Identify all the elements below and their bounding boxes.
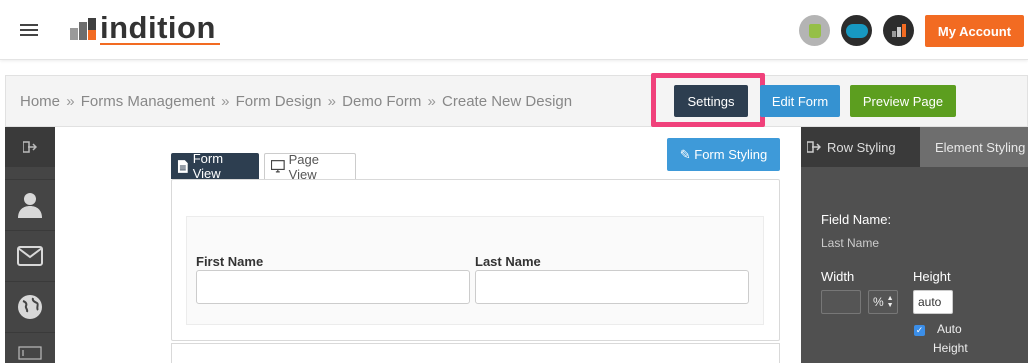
form-styling-button[interactable]: ✎ Form Styling bbox=[667, 138, 780, 171]
breadcrumb-home[interactable]: Home bbox=[20, 93, 60, 110]
mail-icon[interactable] bbox=[5, 230, 55, 280]
height-input[interactable]: auto bbox=[913, 290, 953, 314]
logo-underline bbox=[100, 43, 220, 45]
last-name-label: Last Name bbox=[475, 254, 541, 269]
first-name-field[interactable] bbox=[196, 270, 470, 304]
unit-select[interactable]: % ▲ ▼ bbox=[868, 290, 898, 314]
collapse-icon bbox=[807, 141, 821, 153]
salesforce-icon[interactable] bbox=[841, 15, 872, 46]
last-name-field[interactable] bbox=[475, 270, 749, 304]
my-account-button[interactable]: My Account bbox=[925, 15, 1024, 47]
tab-page-view-label: Page View bbox=[288, 151, 320, 182]
breadcrumb-forms-management[interactable]: Forms Management bbox=[81, 93, 215, 110]
globe-icon[interactable] bbox=[5, 281, 55, 331]
breadcrumb-separator: » bbox=[427, 93, 436, 110]
width-input[interactable] bbox=[821, 290, 861, 314]
unit-value: % bbox=[873, 295, 884, 309]
sort-arrows-icon: ▲ ▼ bbox=[886, 295, 894, 309]
tab-form-view[interactable]: Form View bbox=[171, 151, 259, 181]
breadcrumb-form-design[interactable]: Form Design bbox=[236, 93, 322, 110]
height-label: Height bbox=[913, 269, 951, 284]
field-name-label: Field Name: bbox=[821, 212, 892, 227]
hamburger-menu-icon[interactable] bbox=[20, 24, 38, 36]
document-icon bbox=[177, 159, 188, 173]
user-icon[interactable] bbox=[5, 179, 55, 229]
shopify-icon[interactable] bbox=[799, 15, 830, 46]
form-canvas-next-section bbox=[171, 343, 780, 363]
collapse-icon[interactable] bbox=[5, 127, 55, 167]
breadcrumb-demo-form[interactable]: Demo Form bbox=[342, 93, 421, 110]
tab-page-view[interactable]: Page View bbox=[264, 151, 356, 182]
tab-element-styling-label: Element Styling bbox=[935, 139, 1026, 155]
monitor-icon bbox=[271, 160, 285, 173]
logo-mark-icon bbox=[70, 18, 96, 40]
indition-icon[interactable] bbox=[883, 15, 914, 46]
breadcrumb-current: Create New Design bbox=[442, 93, 573, 110]
breadcrumb-separator: » bbox=[221, 93, 230, 110]
auto-height-checkbox[interactable]: ✓ bbox=[914, 325, 925, 336]
first-name-label: First Name bbox=[196, 254, 264, 269]
breadcrumb-separator: » bbox=[327, 93, 336, 110]
tab-form-view-label: Form View bbox=[192, 151, 224, 181]
logo-text: indition bbox=[100, 10, 216, 45]
edit-form-button[interactable]: Edit Form bbox=[760, 85, 840, 117]
breadcrumb: Home » Forms Management » Form Design » … bbox=[20, 93, 572, 110]
preview-page-button[interactable]: Preview Page bbox=[850, 85, 956, 117]
tab-row-styling[interactable]: Row Styling bbox=[801, 127, 920, 167]
top-header: indition My Account bbox=[0, 0, 1028, 60]
auto-height-label-2: Height bbox=[933, 341, 968, 355]
tab-element-styling[interactable]: Element Styling bbox=[920, 127, 1028, 167]
input-box-icon[interactable] bbox=[5, 332, 55, 363]
settings-button[interactable]: Settings bbox=[674, 85, 748, 117]
field-name-value: Last Name bbox=[821, 236, 880, 250]
breadcrumb-separator: » bbox=[66, 93, 75, 110]
tab-row-styling-label: Row Styling bbox=[827, 139, 896, 155]
form-styling-label: Form Styling bbox=[694, 146, 768, 162]
left-sidebar bbox=[5, 127, 55, 363]
width-label: Width bbox=[821, 269, 855, 284]
pencil-icon: ✎ bbox=[679, 146, 695, 162]
auto-height-label-1: Auto bbox=[937, 322, 962, 336]
